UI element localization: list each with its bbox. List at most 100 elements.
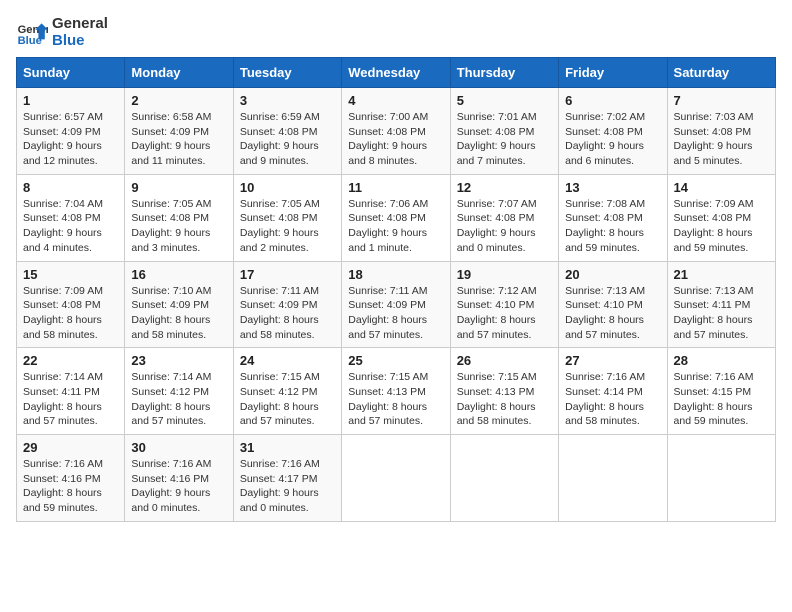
day-number: 10 <box>240 180 335 195</box>
weekday-header: Thursday <box>450 58 558 88</box>
day-info: Sunrise: 7:11 AM Sunset: 4:09 PM Dayligh… <box>348 284 443 343</box>
day-info: Sunrise: 7:15 AM Sunset: 4:13 PM Dayligh… <box>457 370 552 429</box>
day-info: Sunrise: 7:16 AM Sunset: 4:15 PM Dayligh… <box>674 370 769 429</box>
day-number: 29 <box>23 440 118 455</box>
day-info: Sunrise: 7:10 AM Sunset: 4:09 PM Dayligh… <box>131 284 226 343</box>
day-number: 25 <box>348 353 443 368</box>
calendar-day-cell <box>450 435 558 522</box>
calendar-week-row: 22 Sunrise: 7:14 AM Sunset: 4:11 PM Dayl… <box>17 348 776 435</box>
calendar-header-row: SundayMondayTuesdayWednesdayThursdayFrid… <box>17 58 776 88</box>
calendar-day-cell: 24 Sunrise: 7:15 AM Sunset: 4:12 PM Dayl… <box>233 348 341 435</box>
day-info: Sunrise: 7:13 AM Sunset: 4:10 PM Dayligh… <box>565 284 660 343</box>
calendar-day-cell: 22 Sunrise: 7:14 AM Sunset: 4:11 PM Dayl… <box>17 348 125 435</box>
calendar-day-cell <box>559 435 667 522</box>
day-info: Sunrise: 7:04 AM Sunset: 4:08 PM Dayligh… <box>23 197 118 256</box>
calendar-week-row: 8 Sunrise: 7:04 AM Sunset: 4:08 PM Dayli… <box>17 174 776 261</box>
calendar-day-cell: 9 Sunrise: 7:05 AM Sunset: 4:08 PM Dayli… <box>125 174 233 261</box>
calendar-week-row: 29 Sunrise: 7:16 AM Sunset: 4:16 PM Dayl… <box>17 435 776 522</box>
weekday-header: Saturday <box>667 58 775 88</box>
day-number: 6 <box>565 93 660 108</box>
day-number: 20 <box>565 267 660 282</box>
calendar-day-cell: 20 Sunrise: 7:13 AM Sunset: 4:10 PM Dayl… <box>559 261 667 348</box>
day-number: 5 <box>457 93 552 108</box>
day-info: Sunrise: 7:15 AM Sunset: 4:13 PM Dayligh… <box>348 370 443 429</box>
day-number: 17 <box>240 267 335 282</box>
weekday-header: Monday <box>125 58 233 88</box>
calendar-day-cell: 23 Sunrise: 7:14 AM Sunset: 4:12 PM Dayl… <box>125 348 233 435</box>
day-number: 31 <box>240 440 335 455</box>
calendar-day-cell: 13 Sunrise: 7:08 AM Sunset: 4:08 PM Dayl… <box>559 174 667 261</box>
day-info: Sunrise: 7:16 AM Sunset: 4:17 PM Dayligh… <box>240 457 335 516</box>
day-number: 21 <box>674 267 769 282</box>
day-number: 14 <box>674 180 769 195</box>
day-info: Sunrise: 7:13 AM Sunset: 4:11 PM Dayligh… <box>674 284 769 343</box>
weekday-header: Tuesday <box>233 58 341 88</box>
calendar-week-row: 15 Sunrise: 7:09 AM Sunset: 4:08 PM Dayl… <box>17 261 776 348</box>
day-info: Sunrise: 7:05 AM Sunset: 4:08 PM Dayligh… <box>131 197 226 256</box>
calendar-day-cell: 7 Sunrise: 7:03 AM Sunset: 4:08 PM Dayli… <box>667 88 775 175</box>
day-info: Sunrise: 7:16 AM Sunset: 4:16 PM Dayligh… <box>23 457 118 516</box>
day-number: 11 <box>348 180 443 195</box>
day-number: 8 <box>23 180 118 195</box>
day-number: 4 <box>348 93 443 108</box>
day-info: Sunrise: 7:16 AM Sunset: 4:14 PM Dayligh… <box>565 370 660 429</box>
calendar-day-cell: 31 Sunrise: 7:16 AM Sunset: 4:17 PM Dayl… <box>233 435 341 522</box>
day-number: 9 <box>131 180 226 195</box>
day-info: Sunrise: 7:16 AM Sunset: 4:16 PM Dayligh… <box>131 457 226 516</box>
calendar-day-cell: 4 Sunrise: 7:00 AM Sunset: 4:08 PM Dayli… <box>342 88 450 175</box>
calendar-day-cell: 17 Sunrise: 7:11 AM Sunset: 4:09 PM Dayl… <box>233 261 341 348</box>
day-number: 26 <box>457 353 552 368</box>
calendar-day-cell: 6 Sunrise: 7:02 AM Sunset: 4:08 PM Dayli… <box>559 88 667 175</box>
day-number: 12 <box>457 180 552 195</box>
calendar-day-cell: 19 Sunrise: 7:12 AM Sunset: 4:10 PM Dayl… <box>450 261 558 348</box>
day-number: 18 <box>348 267 443 282</box>
weekday-header: Wednesday <box>342 58 450 88</box>
calendar-day-cell: 16 Sunrise: 7:10 AM Sunset: 4:09 PM Dayl… <box>125 261 233 348</box>
logo-icon: General Blue <box>16 17 48 49</box>
day-info: Sunrise: 7:02 AM Sunset: 4:08 PM Dayligh… <box>565 110 660 169</box>
logo: General Blue General Blue <box>16 16 108 49</box>
day-info: Sunrise: 7:06 AM Sunset: 4:08 PM Dayligh… <box>348 197 443 256</box>
weekday-header: Friday <box>559 58 667 88</box>
day-info: Sunrise: 7:14 AM Sunset: 4:11 PM Dayligh… <box>23 370 118 429</box>
day-number: 30 <box>131 440 226 455</box>
day-info: Sunrise: 7:12 AM Sunset: 4:10 PM Dayligh… <box>457 284 552 343</box>
calendar-day-cell: 1 Sunrise: 6:57 AM Sunset: 4:09 PM Dayli… <box>17 88 125 175</box>
day-number: 19 <box>457 267 552 282</box>
day-info: Sunrise: 6:57 AM Sunset: 4:09 PM Dayligh… <box>23 110 118 169</box>
calendar-day-cell: 3 Sunrise: 6:59 AM Sunset: 4:08 PM Dayli… <box>233 88 341 175</box>
calendar-day-cell: 21 Sunrise: 7:13 AM Sunset: 4:11 PM Dayl… <box>667 261 775 348</box>
day-info: Sunrise: 7:14 AM Sunset: 4:12 PM Dayligh… <box>131 370 226 429</box>
day-info: Sunrise: 6:58 AM Sunset: 4:09 PM Dayligh… <box>131 110 226 169</box>
calendar-day-cell: 30 Sunrise: 7:16 AM Sunset: 4:16 PM Dayl… <box>125 435 233 522</box>
day-number: 2 <box>131 93 226 108</box>
calendar-table: SundayMondayTuesdayWednesdayThursdayFrid… <box>16 57 776 522</box>
calendar-day-cell: 5 Sunrise: 7:01 AM Sunset: 4:08 PM Dayli… <box>450 88 558 175</box>
day-info: Sunrise: 7:07 AM Sunset: 4:08 PM Dayligh… <box>457 197 552 256</box>
calendar-day-cell: 25 Sunrise: 7:15 AM Sunset: 4:13 PM Dayl… <box>342 348 450 435</box>
day-info: Sunrise: 7:15 AM Sunset: 4:12 PM Dayligh… <box>240 370 335 429</box>
day-info: Sunrise: 7:05 AM Sunset: 4:08 PM Dayligh… <box>240 197 335 256</box>
calendar-day-cell: 2 Sunrise: 6:58 AM Sunset: 4:09 PM Dayli… <box>125 88 233 175</box>
day-number: 1 <box>23 93 118 108</box>
weekday-header: Sunday <box>17 58 125 88</box>
calendar-day-cell: 18 Sunrise: 7:11 AM Sunset: 4:09 PM Dayl… <box>342 261 450 348</box>
day-number: 27 <box>565 353 660 368</box>
calendar-day-cell: 29 Sunrise: 7:16 AM Sunset: 4:16 PM Dayl… <box>17 435 125 522</box>
day-info: Sunrise: 7:01 AM Sunset: 4:08 PM Dayligh… <box>457 110 552 169</box>
day-info: Sunrise: 7:09 AM Sunset: 4:08 PM Dayligh… <box>674 197 769 256</box>
svg-text:Blue: Blue <box>18 35 42 47</box>
calendar-week-row: 1 Sunrise: 6:57 AM Sunset: 4:09 PM Dayli… <box>17 88 776 175</box>
day-number: 23 <box>131 353 226 368</box>
calendar-day-cell: 26 Sunrise: 7:15 AM Sunset: 4:13 PM Dayl… <box>450 348 558 435</box>
day-number: 7 <box>674 93 769 108</box>
logo-blue: Blue <box>52 33 108 50</box>
day-info: Sunrise: 7:08 AM Sunset: 4:08 PM Dayligh… <box>565 197 660 256</box>
day-number: 13 <box>565 180 660 195</box>
calendar-day-cell: 11 Sunrise: 7:06 AM Sunset: 4:08 PM Dayl… <box>342 174 450 261</box>
day-info: Sunrise: 7:09 AM Sunset: 4:08 PM Dayligh… <box>23 284 118 343</box>
day-number: 22 <box>23 353 118 368</box>
calendar-day-cell: 15 Sunrise: 7:09 AM Sunset: 4:08 PM Dayl… <box>17 261 125 348</box>
logo-general: General <box>52 16 108 33</box>
calendar-day-cell <box>667 435 775 522</box>
